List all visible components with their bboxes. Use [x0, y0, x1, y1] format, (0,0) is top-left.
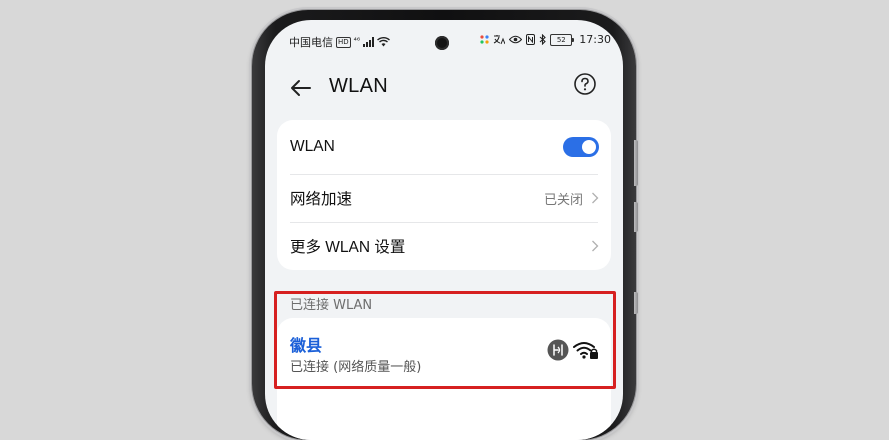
eye-comfort-icon — [509, 35, 523, 44]
network-accel-row[interactable]: 网络加速 已关闭 — [277, 174, 611, 222]
more-wlan-settings-label: 更多 WLAN 设置 — [290, 239, 406, 256]
network-type: ⁴⁶ — [353, 35, 361, 45]
carrier-name: 中国电信 — [289, 36, 333, 49]
settings-card: WLAN 网络加速 已关闭 更多 WLAN 设置 — [277, 120, 611, 270]
status-icons: 52 17:30 — [480, 33, 611, 46]
wlan-label: WLAN — [290, 138, 335, 155]
network-status: 已连接 (网络质量一般) — [290, 360, 422, 375]
power-button — [634, 202, 638, 232]
side-key — [634, 292, 638, 314]
more-wlan-settings-row[interactable]: 更多 WLAN 设置 — [277, 222, 611, 270]
battery-icon: 52 — [550, 33, 575, 46]
chevron-right-icon — [592, 240, 599, 252]
chevron-right-icon — [592, 192, 599, 204]
app-notification-icon — [480, 35, 489, 44]
wlan-switch-knob — [582, 140, 596, 154]
status-time: 17:30 — [579, 33, 611, 46]
network-accel-label: 网络加速 — [290, 191, 353, 208]
nfc-icon — [526, 34, 536, 45]
hd-badge: HD — [336, 36, 351, 48]
wlan-switch[interactable] — [563, 137, 599, 157]
volume-button — [634, 140, 638, 186]
front-camera — [435, 36, 449, 50]
status-bar: 中国电信 HD ⁴⁶ 52 17:30 — [265, 20, 623, 64]
wifi-lock-icon — [573, 342, 598, 359]
help-icon[interactable] — [573, 72, 597, 96]
hotspot-badge-icon — [547, 339, 569, 361]
connected-section-title: 已连接 WLAN — [290, 298, 373, 313]
wlan-toggle-row[interactable]: WLAN — [277, 120, 611, 174]
wifi-status-icon — [377, 37, 391, 47]
phone-screen: 中国电信 HD ⁴⁶ 52 17:30 WLAN WLAN 网络加速 已关闭 更… — [265, 20, 623, 440]
connected-network-item[interactable]: 徽县 已连接 (网络质量一般) — [277, 318, 611, 440]
title-bar: WLAN — [265, 66, 623, 110]
page-title: WLAN — [329, 75, 388, 97]
network-name: 徽县 — [290, 336, 323, 355]
battery-level: 52 — [556, 35, 566, 44]
carrier-info: 中国电信 HD ⁴⁶ — [289, 34, 391, 50]
back-arrow-icon[interactable] — [287, 74, 315, 102]
bluetooth-icon — [539, 34, 547, 45]
signal-icon — [363, 37, 375, 47]
network-accel-value: 已关闭 — [543, 192, 583, 208]
translate-icon — [494, 35, 506, 45]
